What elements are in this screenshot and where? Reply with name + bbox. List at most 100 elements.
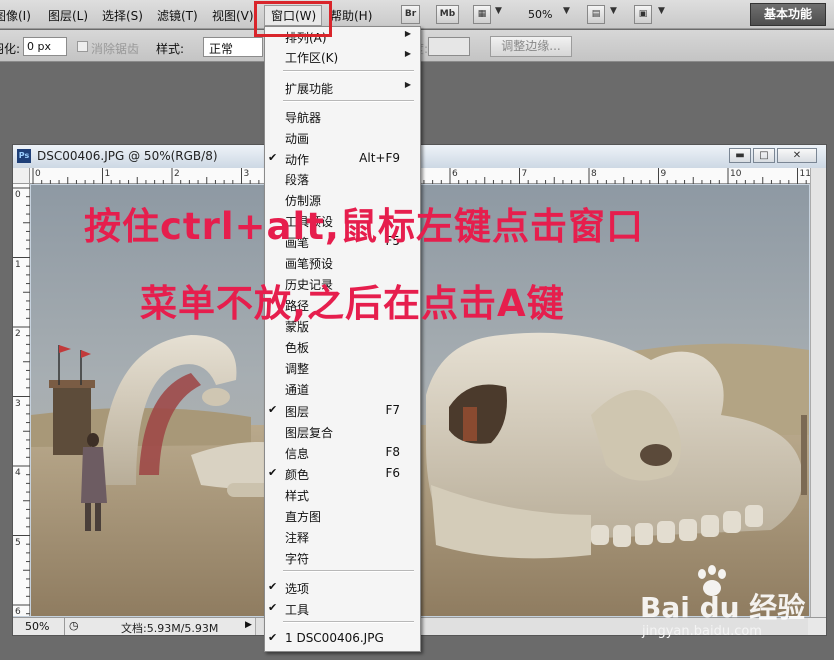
menu-item-label: 图层复合 [285, 426, 334, 440]
menu-separator [283, 100, 414, 102]
feather-input[interactable]: 0 px [23, 37, 67, 56]
menu-bar: 图像(I) 图层(L) 选择(S) 滤镜(T) 视图(V) 窗口(W) 帮助(H… [0, 0, 834, 29]
chevron-down-icon[interactable]: ▼ [563, 6, 570, 16]
close-button[interactable]: ✕ [777, 148, 817, 163]
ruler-number: 1 [104, 169, 111, 179]
menu-item-label: 调整 [285, 362, 310, 376]
menu-item-label: 画笔预设 [285, 257, 334, 271]
menu-item[interactable]: ✔ 工具 [265, 601, 420, 620]
menu-item-label: 段落 [285, 173, 310, 187]
chevron-down-icon[interactable]: ▼ [495, 6, 502, 16]
maximize-button[interactable]: □ [753, 148, 775, 163]
menu-item[interactable]: 扩展功能 ▶ [265, 80, 420, 99]
ruler-number: 4 [15, 468, 21, 478]
menu-item[interactable]: 通道 [265, 381, 420, 400]
menu-item[interactable]: 字符 [265, 550, 420, 569]
menu-item-label: 信息 [285, 447, 310, 461]
menu-item[interactable]: 色板 [265, 339, 420, 358]
photoshop-icon: Ps [17, 149, 31, 163]
mini-bridge-button[interactable]: Mb [436, 5, 459, 24]
menu-item-label: 扩展功能 [285, 82, 334, 96]
menu-item[interactable]: ✔ 图层 F7 [265, 403, 420, 422]
check-icon: ✔ [268, 601, 278, 614]
ruler-number: 2 [15, 329, 21, 339]
document-title: DSC00406.JPG @ 50%(RGB/8) [37, 149, 218, 163]
menu-item[interactable]: 直方图 [265, 508, 420, 527]
antialias-checkbox[interactable] [77, 41, 88, 52]
menu-item[interactable]: 样式 [265, 487, 420, 506]
menu-view[interactable]: 视图(V) [212, 7, 254, 24]
antialias-label: 消除锯齿 [91, 42, 140, 56]
ruler-number: 9 [660, 169, 667, 179]
menu-item[interactable]: ✔ 颜色 F6 [265, 466, 420, 485]
arrange-documents-button[interactable]: ▤ [587, 5, 605, 24]
menu-layer[interactable]: 图层(L) [48, 7, 88, 24]
ruler-number: 0 [35, 169, 41, 179]
submenu-arrow-icon: ▶ [404, 49, 411, 58]
menu-item-label: 选项 [285, 582, 310, 596]
menu-item[interactable]: ✔ 1 DSC00406.JPG [265, 631, 420, 650]
minimize-icon: ▬ [735, 150, 745, 161]
ruler-number: 3 [243, 169, 250, 179]
chevron-down-icon[interactable]: ▼ [658, 6, 665, 16]
highlight-box [254, 1, 332, 37]
feather-label: 羽化: [0, 42, 21, 56]
menu-item[interactable]: 导航器 [265, 109, 420, 128]
menu-item[interactable]: 画笔预设 [265, 255, 420, 274]
ruler-corner [13, 168, 30, 184]
play-icon[interactable]: ▶ [245, 620, 252, 630]
menu-item[interactable]: 调整 [265, 360, 420, 379]
workspace-button[interactable]: 基本功能 [750, 3, 826, 26]
ruler-number: 5 [15, 537, 21, 548]
menu-image[interactable]: 图像(I) [0, 7, 31, 24]
menu-item[interactable]: 图层复合 [265, 424, 420, 443]
menu-item-shortcut: F8 [385, 445, 400, 459]
menu-item[interactable]: 工作区(K) ▶ [265, 49, 420, 68]
menu-item[interactable]: 注释 [265, 529, 420, 548]
vertical-ruler[interactable]: 0 1 2 3 4 5 6 [13, 184, 30, 617]
menu-item[interactable]: 动画 [265, 130, 420, 149]
width-input[interactable] [428, 37, 470, 56]
menu-item[interactable]: ✔ 动作 Alt+F9 [265, 151, 420, 170]
style-select[interactable]: 正常 [203, 37, 263, 57]
menu-item-shortcut: Alt+F9 [359, 151, 400, 165]
menu-item-label: 字符 [285, 552, 310, 566]
style-label: 样式: [156, 42, 185, 56]
menu-item[interactable]: 段落 [265, 171, 420, 190]
menu-help[interactable]: 帮助(H) [330, 7, 372, 24]
ruler-number: 6 [15, 607, 21, 617]
menu-item-shortcut: F6 [385, 466, 400, 480]
film-icon: ▦ [477, 9, 487, 19]
check-icon: ✔ [268, 466, 278, 479]
menu-item-label: 色板 [285, 341, 310, 355]
watermark-brand: Bai du 经验 [640, 591, 806, 624]
submenu-arrow-icon: ▶ [404, 80, 411, 89]
ruler-number: 10 [730, 169, 742, 179]
bridge-button[interactable]: Br [401, 5, 420, 24]
view-extras-button[interactable]: ▦ [473, 5, 491, 24]
menu-item-label: 图层 [285, 405, 310, 419]
check-icon: ✔ [268, 403, 278, 416]
menu-item[interactable]: 信息 F8 [265, 445, 420, 464]
menu-item[interactable]: ✔ 选项 [265, 580, 420, 599]
ruler-number: 2 [174, 169, 180, 179]
vertical-scrollbar[interactable] [810, 168, 826, 617]
menu-item-label: 动画 [285, 132, 310, 146]
ruler-number: 7 [521, 169, 528, 179]
menu-separator [283, 621, 414, 623]
zoom-field[interactable]: 50% [13, 618, 65, 635]
refine-edge-button[interactable]: 调整边缘... [490, 36, 572, 57]
screen-mode-button[interactable]: ▣ [634, 5, 652, 24]
menu-item-label: 注释 [285, 531, 310, 545]
ruler-number: 0 [15, 190, 21, 200]
ruler-number: 8 [591, 169, 597, 179]
menu-separator [283, 570, 414, 572]
minimize-button[interactable]: ▬ [729, 148, 751, 163]
menu-select[interactable]: 选择(S) [102, 7, 143, 24]
check-icon: ✔ [268, 580, 278, 593]
zoom-level[interactable]: 50% [528, 8, 552, 21]
menu-filter[interactable]: 滤镜(T) [157, 7, 198, 24]
chevron-down-icon[interactable]: ▼ [610, 6, 617, 16]
menu-item-label: 1 DSC00406.JPG [285, 631, 384, 645]
menu-item-label: 颜色 [285, 468, 310, 482]
